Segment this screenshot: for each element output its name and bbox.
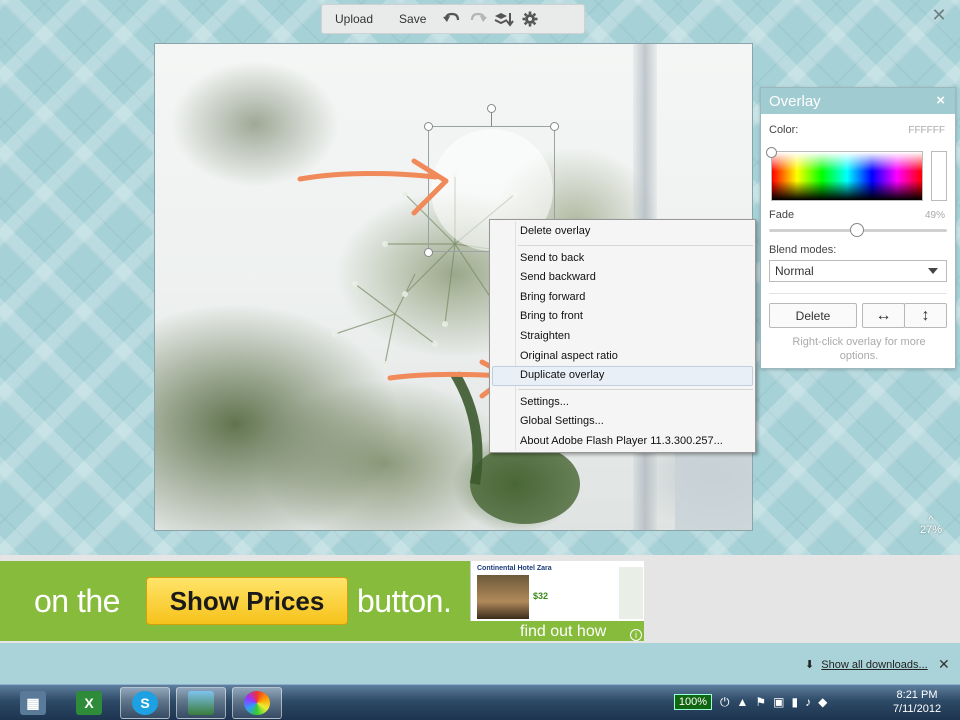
ad-hotel-name: Continental Hotel Zara [477, 565, 552, 572]
ad-find-out-link[interactable]: find out how [520, 623, 606, 641]
delete-overlay-button[interactable]: Delete [769, 303, 857, 328]
picasa-icon [244, 691, 270, 715]
overlay-panel: Overlay × Color: FFFFFF Fade 49% Blend m… [760, 87, 956, 369]
menu-item-about-flash[interactable]: About Adobe Flash Player 11.3.300.257... [490, 432, 755, 452]
panel-divider [769, 293, 947, 294]
color-hex-value[interactable]: FFFFFF [908, 125, 945, 136]
blend-mode-value: Normal [775, 264, 814, 278]
close-editor-icon[interactable]: ✕ [930, 6, 948, 24]
zoom-value: 27% [919, 524, 943, 536]
volume-icon[interactable]: ♪ [805, 695, 811, 709]
taskbar-photos[interactable] [176, 687, 226, 719]
color-spectrum-picker[interactable] [771, 151, 923, 201]
battery-indicator[interactable]: 100% [674, 694, 712, 710]
resize-handle-top-right[interactable] [550, 122, 559, 131]
show-hidden-icons-icon[interactable]: ▲ [737, 695, 749, 709]
action-center-flag-icon[interactable]: ⚑ [755, 695, 766, 709]
menu-item-delete-overlay[interactable]: Delete overlay [490, 222, 755, 242]
menu-item-send-to-back[interactable]: Send to back [490, 249, 755, 269]
menu-item-bring-to-front[interactable]: Bring to front [490, 307, 755, 327]
redo-icon[interactable] [465, 7, 491, 31]
clock-time: 8:21 PM [896, 689, 938, 701]
ad-hotel-photo [477, 575, 529, 619]
excel-icon: X [76, 691, 102, 715]
blend-mode-select[interactable]: Normal [769, 260, 947, 282]
flip-vertical-icon[interactable]: ↕ [904, 303, 947, 328]
fade-slider-knob[interactable] [850, 223, 864, 237]
layers-sort-icon[interactable] [491, 7, 517, 31]
taskbar-picasa[interactable] [232, 687, 282, 719]
panel-hint-text: Right-click overlay for more options. [792, 336, 926, 362]
save-button[interactable]: Save [386, 12, 439, 26]
menu-item-straighten[interactable]: Straighten [490, 327, 755, 347]
color-picker-knob[interactable] [766, 147, 777, 158]
menu-item-bring-forward[interactable]: Bring forward [490, 288, 755, 308]
annotation-arrow-top [297, 158, 449, 216]
ad-screenshot: Continental Hotel Zara $32 [470, 561, 644, 621]
fade-label: Fade [769, 209, 795, 221]
flip-horizontal-icon[interactable]: ↔ [862, 303, 905, 328]
taskbar-clock[interactable]: 8:21 PM 7/11/2012 [886, 688, 948, 716]
skype-icon: S [132, 691, 158, 715]
dropbox-icon[interactable]: ◆ [818, 695, 827, 709]
top-toolbar: Upload Save [321, 4, 585, 34]
calculator-icon: ▦ [20, 691, 46, 715]
zoom-indicator[interactable]: ^ 27% [915, 515, 947, 537]
color-swatch [931, 151, 947, 201]
ad-hotel-price: $32 [533, 591, 549, 601]
menu-item-send-backward[interactable]: Send backward [490, 268, 755, 288]
taskbar-calculator[interactable]: ▦ [8, 687, 58, 719]
ad-text-left: on the [34, 583, 120, 619]
clock-date: 7/11/2012 [892, 703, 942, 715]
upload-button[interactable]: Upload [322, 12, 386, 26]
downloads-bar: ⬇ Show all downloads... [805, 658, 928, 671]
zoom-up-icon[interactable]: ^ [915, 515, 947, 526]
system-tray: ⏻ ▲ ⚑ ▣ ▮ ♪ ◆ [720, 692, 827, 712]
power-plug-icon[interactable]: ⏻ [720, 695, 730, 710]
show-all-downloads-link[interactable]: Show all downloads... [821, 659, 927, 671]
ad-bar: on the Show Prices button. Continental H… [0, 555, 960, 643]
rotate-handle[interactable] [487, 104, 496, 113]
menu-item-settings[interactable]: Settings... [490, 393, 755, 413]
network-icon[interactable]: ▮ [792, 695, 799, 709]
panel-header: Overlay × [761, 88, 955, 114]
taskbar-excel[interactable]: X [64, 687, 114, 719]
chevron-down-icon [928, 268, 938, 274]
undo-icon[interactable] [439, 7, 465, 31]
gear-icon[interactable] [517, 7, 543, 31]
menu-separator [518, 244, 753, 246]
device-icon[interactable]: ▣ [773, 695, 784, 709]
resize-handle-bottom-left[interactable] [424, 248, 433, 257]
resize-handle-top-left[interactable] [424, 122, 433, 131]
fade-value: 49% [924, 210, 945, 221]
photo-viewer-icon [188, 691, 214, 715]
ad-text-right: button. [357, 583, 452, 619]
menu-item-original-aspect-ratio[interactable]: Original aspect ratio [490, 347, 755, 367]
taskbar-skype[interactable]: S [120, 687, 170, 719]
color-label: Color: [769, 124, 799, 136]
menu-separator [518, 388, 753, 390]
ad-map-thumb [619, 567, 643, 619]
panel-close-icon[interactable]: × [936, 92, 945, 109]
downloads-close-icon[interactable]: ✕ [938, 656, 950, 673]
menu-item-global-settings[interactable]: Global Settings... [490, 412, 755, 432]
ad-show-prices-button[interactable]: Show Prices [146, 577, 348, 625]
menu-item-duplicate-overlay[interactable]: Duplicate overlay [492, 366, 753, 386]
download-arrow-icon: ⬇ [805, 659, 815, 671]
ad-banner[interactable]: on the Show Prices button. Continental H… [0, 561, 644, 641]
panel-title: Overlay [769, 93, 821, 110]
editor-workspace: Upload Save ✕ Delete overlay Send to bac… [0, 0, 960, 555]
ad-info-icon[interactable]: i [630, 629, 642, 641]
context-menu: Delete overlay Send to back Send backwar… [489, 219, 756, 453]
blend-modes-label: Blend modes: [769, 244, 837, 256]
